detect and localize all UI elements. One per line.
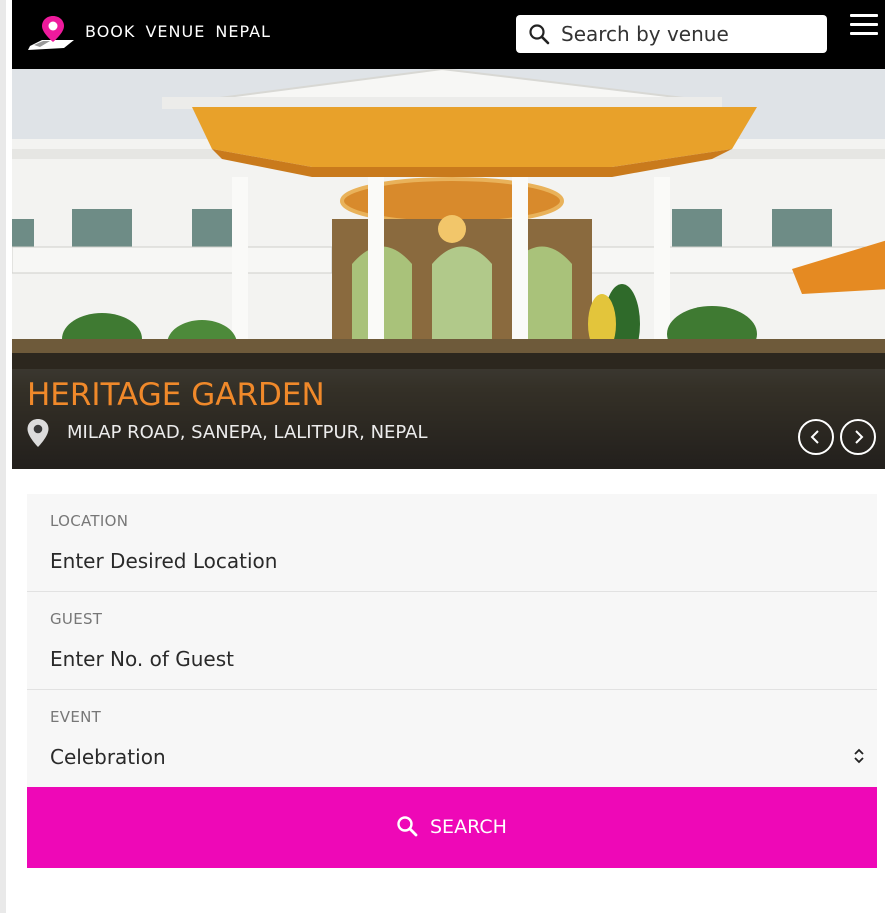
hamburger-menu-icon[interactable] <box>850 14 878 38</box>
guest-label: GUEST <box>50 610 103 628</box>
venue-caption: HERITAGE GARDEN MILAP ROAD, SANEPA, LALI… <box>12 353 885 469</box>
search-button[interactable]: SEARCH <box>27 787 877 868</box>
select-updown-icon[interactable] <box>853 747 865 765</box>
guest-field: GUEST <box>27 592 877 690</box>
map-pin-logo-icon[interactable] <box>26 14 80 54</box>
search-button-label: SEARCH <box>430 816 507 838</box>
chevron-left-icon <box>810 430 819 444</box>
venue-address: MILAP ROAD, SANEPA, LALITPUR, NEPAL <box>67 422 428 443</box>
venue-search-form: LOCATION GUEST EVENT Celebration SEARCH <box>27 494 877 868</box>
slider-next-button[interactable] <box>840 419 876 455</box>
location-pin-icon <box>27 419 49 447</box>
brand-name[interactable]: BOOK VENUE NEPAL <box>85 22 271 41</box>
page-frame: BOOK VENUE NEPAL Search by venue HERITAG… <box>0 0 885 913</box>
venue-search-box <box>516 15 827 53</box>
event-field: EVENT Celebration <box>27 690 877 787</box>
hero-slider: HERITAGE GARDEN MILAP ROAD, SANEPA, LALI… <box>12 69 885 469</box>
venue-name[interactable]: HERITAGE GARDEN <box>27 377 325 413</box>
event-label: EVENT <box>50 708 102 726</box>
event-select[interactable]: Celebration <box>50 745 850 769</box>
venue-search-input[interactable] <box>561 15 821 53</box>
search-icon <box>397 816 418 837</box>
chevron-right-icon <box>855 430 864 444</box>
guest-input[interactable] <box>50 647 850 671</box>
slider-prev-button[interactable] <box>798 419 834 455</box>
location-label: LOCATION <box>50 512 129 530</box>
location-field: LOCATION <box>27 494 877 592</box>
search-icon <box>529 24 550 45</box>
location-input[interactable] <box>50 549 850 573</box>
top-navbar: BOOK VENUE NEPAL <box>12 0 885 69</box>
